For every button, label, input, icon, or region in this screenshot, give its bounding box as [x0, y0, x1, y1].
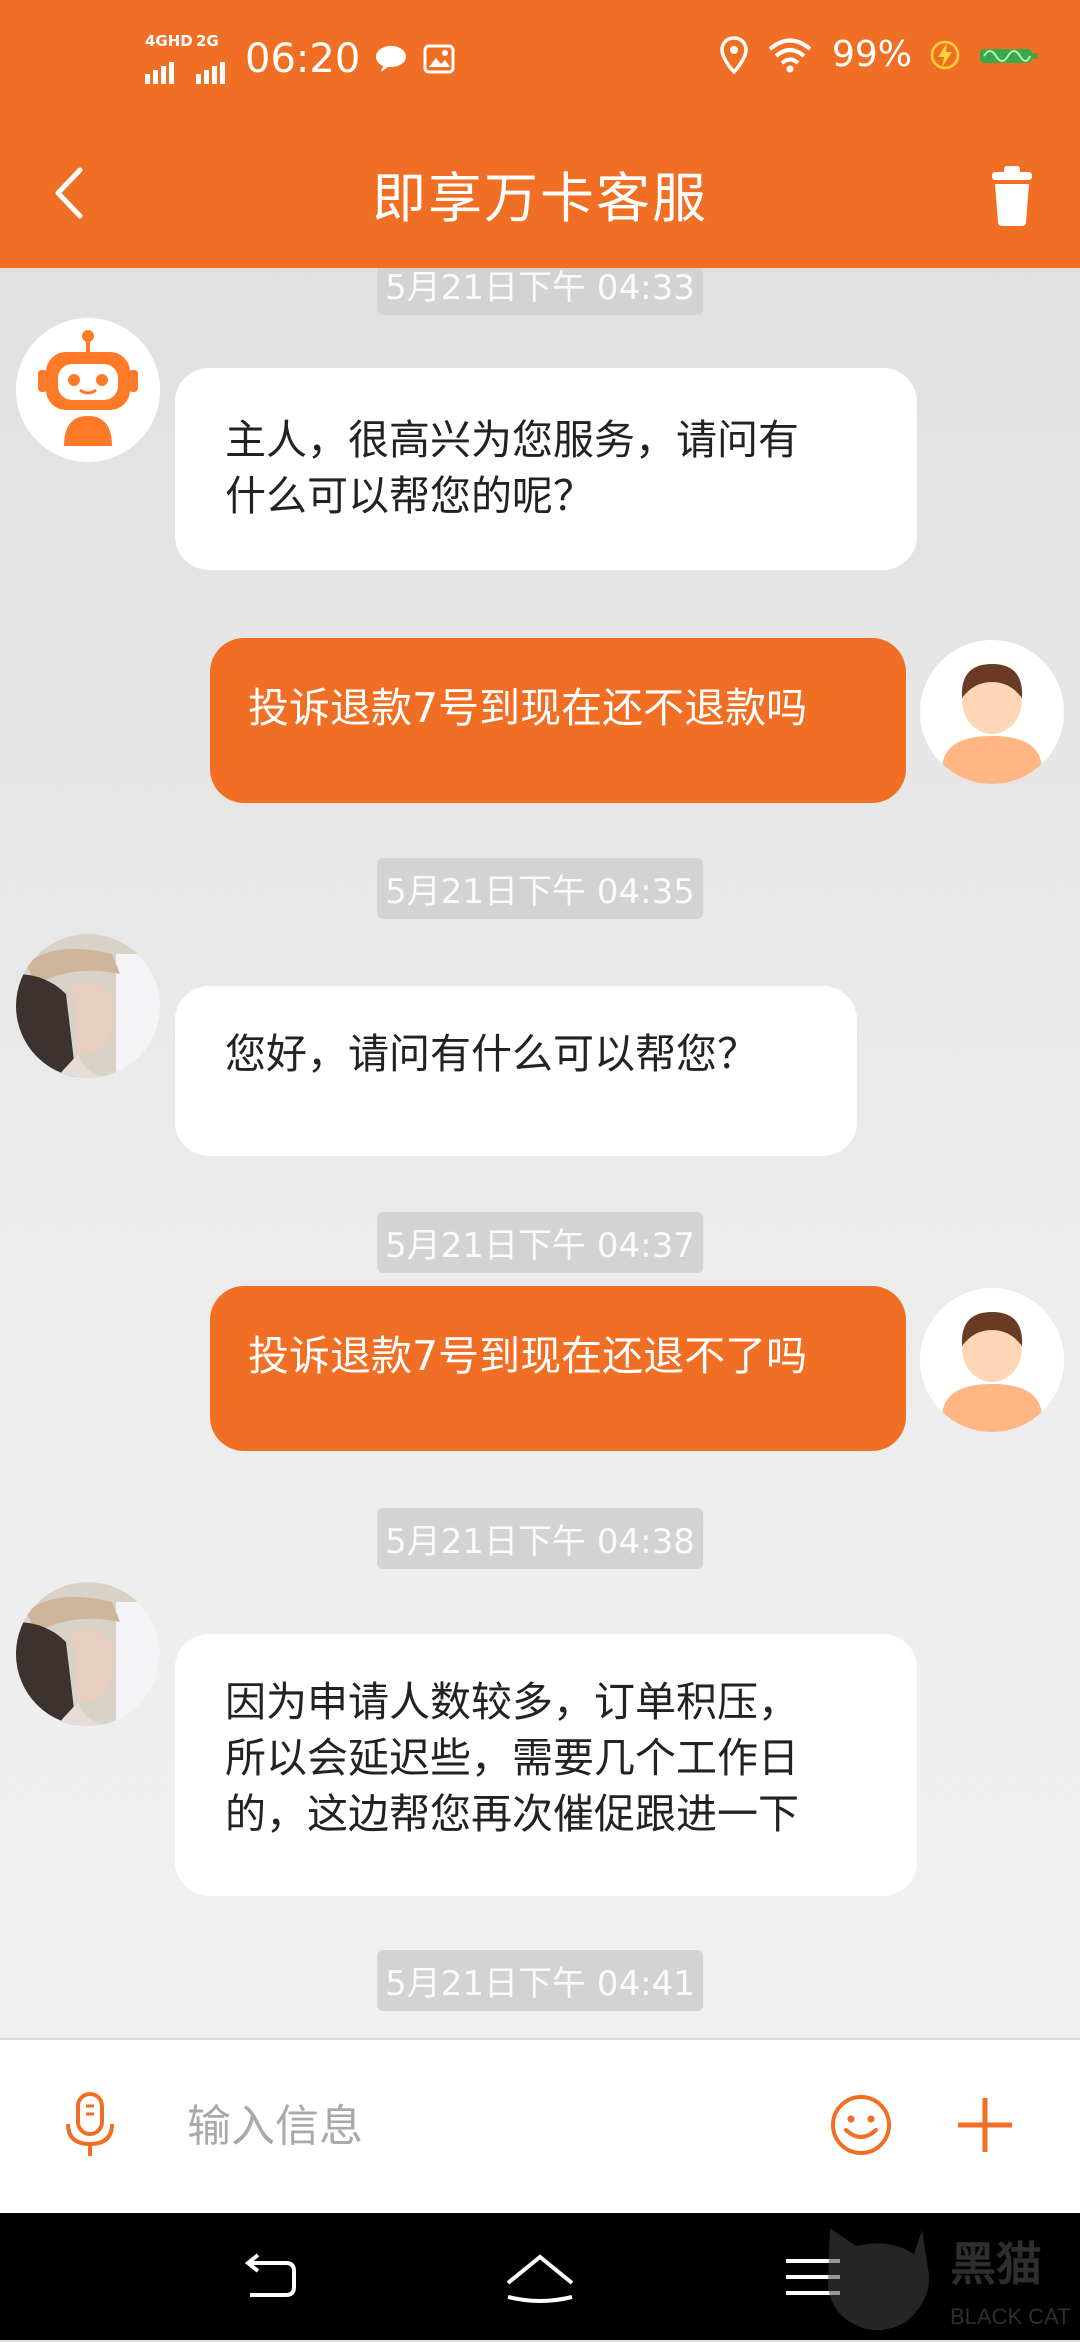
delete-chat-button[interactable]: [972, 150, 1052, 240]
network-type-1: 4GHD: [145, 32, 193, 50]
battery-icon: [980, 48, 1037, 63]
message-bubble-outgoing[interactable]: 投诉退款7号到现在还不退款吗: [210, 638, 906, 803]
agent-avatar[interactable]: [16, 934, 160, 1078]
smiley-icon[interactable]: [828, 2092, 894, 2158]
message-line: 投诉退款7号到现在还退不了吗: [248, 1332, 808, 1380]
robot-avatar[interactable]: [16, 318, 160, 462]
watermark-text-cn: 黑猫: [950, 2238, 1042, 2290]
agent-photo-icon: [16, 934, 160, 1078]
nav-back-icon[interactable]: [230, 2243, 310, 2313]
message-line: 的，这边帮您再次催促跟进一下: [225, 1790, 799, 1838]
agent-avatar[interactable]: [16, 1582, 160, 1726]
location-icon: [720, 35, 748, 74]
network-type-2: 2G: [196, 32, 219, 50]
clock: 06:20: [245, 36, 361, 82]
wifi-icon: [768, 38, 812, 72]
message-line: 您好，请问有什么可以帮您？: [225, 1030, 758, 1078]
nav-home-icon[interactable]: [500, 2243, 580, 2313]
user-avatar[interactable]: [920, 1288, 1064, 1432]
chat-message-list[interactable]: 5月21日下午 04:33 主人，很高兴为您服务，请问有 什么可以帮您的呢？ 投…: [0, 268, 1080, 2038]
message-line: 投诉退款7号到现在还不退款吗: [248, 684, 808, 732]
timestamp: 5月21日下午 04:33: [377, 268, 703, 315]
page-title: 即享万卡客服: [372, 167, 708, 230]
message-icon: [376, 46, 407, 72]
message-bubble-incoming[interactable]: 主人，很高兴为您服务，请问有 什么可以帮您的呢？: [175, 368, 917, 570]
battery-percent: 99%: [831, 34, 912, 75]
agent-photo-icon: [16, 1582, 160, 1726]
timestamp: 5月21日下午 04:41: [377, 1950, 703, 2011]
watermark-text-en: BLACK CAT: [950, 2304, 1071, 2329]
message-input[interactable]: [185, 2080, 789, 2172]
message-input-bar: [0, 2038, 1080, 2215]
status-bar: 4GHD 2G 06:20 99%: [0, 0, 1080, 118]
robot-icon: [16, 318, 160, 462]
message-line: 因为申请人数较多，订单积压，: [225, 1678, 799, 1726]
black-cat-logo-icon: 黑猫 BLACK CAT: [828, 2228, 1071, 2331]
signal-icon-sim1: 4GHD: [145, 32, 193, 84]
timestamp: 5月21日下午 04:38: [377, 1508, 703, 1569]
app-header: 即享万卡客服: [0, 118, 1080, 268]
message-line: 主人，很高兴为您服务，请问有: [225, 416, 799, 464]
microphone-icon[interactable]: [60, 2090, 120, 2160]
gallery-icon: [423, 44, 455, 74]
plus-icon[interactable]: [950, 2090, 1020, 2160]
user-avatar-icon: [920, 640, 1064, 784]
message-bubble-incoming[interactable]: 您好，请问有什么可以帮您？: [175, 986, 857, 1156]
signal-icon-sim2: 2G: [196, 32, 225, 84]
timestamp: 5月21日下午 04:37: [377, 1212, 703, 1273]
user-avatar[interactable]: [920, 640, 1064, 784]
black-cat-watermark: 黑猫 BLACK CAT: [810, 2218, 1080, 2338]
message-line: 什么可以帮您的呢？: [225, 472, 594, 520]
timestamp: 5月21日下午 04:35: [377, 858, 703, 919]
message-bubble-incoming[interactable]: 因为申请人数较多，订单积压， 所以会延迟些，需要几个工作日 的，这边帮您再次催促…: [175, 1634, 917, 1896]
user-avatar-icon: [920, 1288, 1064, 1432]
charging-icon: [930, 40, 960, 69]
message-bubble-outgoing[interactable]: 投诉退款7号到现在还退不了吗: [210, 1286, 906, 1451]
message-line: 所以会延迟些，需要几个工作日: [225, 1734, 799, 1782]
